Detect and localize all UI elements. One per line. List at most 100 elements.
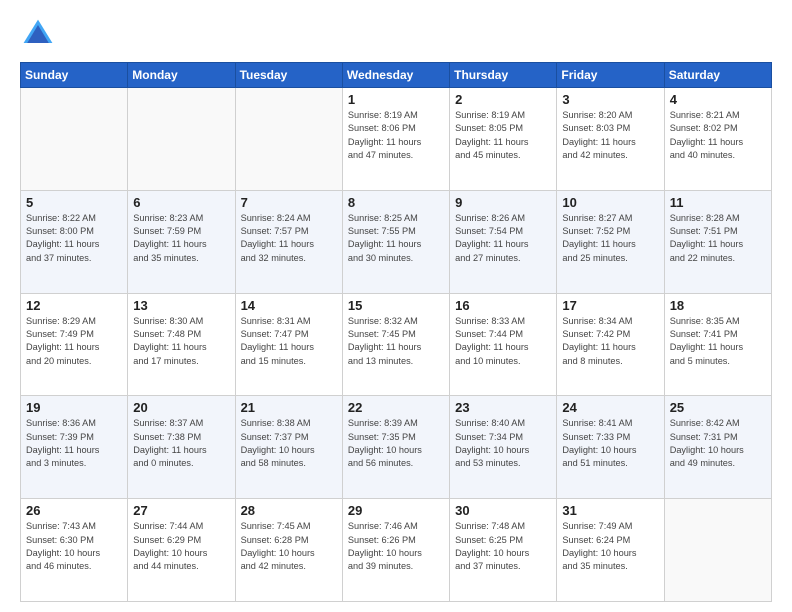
col-monday: Monday: [128, 63, 235, 88]
day-info: Sunrise: 8:29 AM Sunset: 7:49 PM Dayligh…: [26, 315, 122, 368]
table-row: 4 Sunrise: 8:21 AM Sunset: 8:02 PM Daylig…: [664, 88, 771, 191]
day-number: 31: [562, 503, 658, 518]
day-number: 26: [26, 503, 122, 518]
calendar-table: Sunday Monday Tuesday Wednesday Thursday…: [20, 62, 772, 602]
day-number: 15: [348, 298, 444, 313]
day-info: Sunrise: 8:35 AM Sunset: 7:41 PM Dayligh…: [670, 315, 766, 368]
day-number: 20: [133, 400, 229, 415]
day-number: 27: [133, 503, 229, 518]
day-info: Sunrise: 8:39 AM Sunset: 7:35 PM Dayligh…: [348, 417, 444, 470]
day-info: Sunrise: 8:23 AM Sunset: 7:59 PM Dayligh…: [133, 212, 229, 265]
day-number: 7: [241, 195, 337, 210]
day-number: 14: [241, 298, 337, 313]
table-row: 24Sunrise: 8:41 AM Sunset: 7:33 PM Dayli…: [557, 396, 664, 499]
day-number: 4: [670, 92, 766, 107]
table-row: 28Sunrise: 7:45 AM Sunset: 6:28 PM Dayli…: [235, 499, 342, 602]
table-row: 10Sunrise: 8:27 AM Sunset: 7:52 PM Dayli…: [557, 190, 664, 293]
logo: [20, 16, 60, 52]
day-number: 6: [133, 195, 229, 210]
day-number: 3: [562, 92, 658, 107]
calendar-header-row: Sunday Monday Tuesday Wednesday Thursday…: [21, 63, 772, 88]
table-row: 29 Sunrise: 7:46 AM Sunset: 6:26 PM Dayli…: [342, 499, 449, 602]
header: [20, 16, 772, 52]
day-info: Sunrise: 7:48 AM Sunset: 6:25 PM Dayligh…: [455, 520, 551, 573]
table-row: 13Sunrise: 8:30 AM Sunset: 7:48 PM Dayli…: [128, 293, 235, 396]
day-number: 16: [455, 298, 551, 313]
table-row: 20 Sunrise: 8:37 AM Sunset: 7:38 PM Dayli…: [128, 396, 235, 499]
table-row: 7 Sunrise: 8:24 AM Sunset: 7:57 PM Daylig…: [235, 190, 342, 293]
col-thursday: Thursday: [450, 63, 557, 88]
day-info: Sunrise: 7:49 AM Sunset: 6:24 PM Dayligh…: [562, 520, 658, 573]
table-row: 15Sunrise: 8:32 AM Sunset: 7:45 PM Dayli…: [342, 293, 449, 396]
day-info: Sunrise: 8:37 AM Sunset: 7:38 PM Dayligh…: [133, 417, 229, 470]
day-number: 22: [348, 400, 444, 415]
page: Sunday Monday Tuesday Wednesday Thursday…: [0, 0, 792, 612]
day-info: Sunrise: 8:21 AM Sunset: 8:02 PM Dayligh…: [670, 109, 766, 162]
logo-icon: [20, 16, 56, 52]
table-row: 25 Sunrise: 8:42 AM Sunset: 7:31 PM Dayli…: [664, 396, 771, 499]
day-number: 18: [670, 298, 766, 313]
table-row: 23Sunrise: 8:40 AM Sunset: 7:34 PM Dayli…: [450, 396, 557, 499]
day-info: Sunrise: 7:46 AM Sunset: 6:26 PM Dayligh…: [348, 520, 444, 573]
table-row: 30 Sunrise: 7:48 AM Sunset: 6:25 PM Dayli…: [450, 499, 557, 602]
table-row: 11 Sunrise: 8:28 AM Sunset: 7:51 PM Dayli…: [664, 190, 771, 293]
day-number: 8: [348, 195, 444, 210]
col-tuesday: Tuesday: [235, 63, 342, 88]
day-info: Sunrise: 8:36 AM Sunset: 7:39 PM Dayligh…: [26, 417, 122, 470]
day-info: Sunrise: 8:24 AM Sunset: 7:57 PM Dayligh…: [241, 212, 337, 265]
day-number: 25: [670, 400, 766, 415]
calendar-week-row: 1Sunrise: 8:19 AM Sunset: 8:06 PM Daylig…: [21, 88, 772, 191]
table-row: 31 Sunrise: 7:49 AM Sunset: 6:24 PM Dayli…: [557, 499, 664, 602]
table-row: 14 Sunrise: 8:31 AM Sunset: 7:47 PM Dayli…: [235, 293, 342, 396]
table-row: 6 Sunrise: 8:23 AM Sunset: 7:59 PM Daylig…: [128, 190, 235, 293]
table-row: [21, 88, 128, 191]
table-row: 18 Sunrise: 8:35 AM Sunset: 7:41 PM Dayli…: [664, 293, 771, 396]
table-row: 5 Sunrise: 8:22 AM Sunset: 8:00 PM Daylig…: [21, 190, 128, 293]
calendar-week-row: 5 Sunrise: 8:22 AM Sunset: 8:00 PM Daylig…: [21, 190, 772, 293]
day-info: Sunrise: 7:45 AM Sunset: 6:28 PM Dayligh…: [241, 520, 337, 573]
day-number: 5: [26, 195, 122, 210]
day-info: Sunrise: 8:27 AM Sunset: 7:52 PM Dayligh…: [562, 212, 658, 265]
calendar-week-row: 12 Sunrise: 8:29 AM Sunset: 7:49 PM Dayli…: [21, 293, 772, 396]
day-number: 21: [241, 400, 337, 415]
col-wednesday: Wednesday: [342, 63, 449, 88]
day-number: 30: [455, 503, 551, 518]
day-info: Sunrise: 8:30 AM Sunset: 7:48 PM Dayligh…: [133, 315, 229, 368]
day-info: Sunrise: 8:19 AM Sunset: 8:05 PM Dayligh…: [455, 109, 551, 162]
table-row: 3Sunrise: 8:20 AM Sunset: 8:03 PM Daylig…: [557, 88, 664, 191]
day-info: Sunrise: 8:25 AM Sunset: 7:55 PM Dayligh…: [348, 212, 444, 265]
table-row: 17 Sunrise: 8:34 AM Sunset: 7:42 PM Dayli…: [557, 293, 664, 396]
day-info: Sunrise: 7:43 AM Sunset: 6:30 PM Dayligh…: [26, 520, 122, 573]
day-info: Sunrise: 8:34 AM Sunset: 7:42 PM Dayligh…: [562, 315, 658, 368]
day-info: Sunrise: 8:19 AM Sunset: 8:06 PM Dayligh…: [348, 109, 444, 162]
day-number: 12: [26, 298, 122, 313]
day-info: Sunrise: 8:22 AM Sunset: 8:00 PM Dayligh…: [26, 212, 122, 265]
table-row: [128, 88, 235, 191]
calendar-week-row: 19 Sunrise: 8:36 AM Sunset: 7:39 PM Dayli…: [21, 396, 772, 499]
day-info: Sunrise: 8:40 AM Sunset: 7:34 PM Dayligh…: [455, 417, 551, 470]
day-number: 29: [348, 503, 444, 518]
col-sunday: Sunday: [21, 63, 128, 88]
day-info: Sunrise: 8:41 AM Sunset: 7:33 PM Dayligh…: [562, 417, 658, 470]
day-info: Sunrise: 8:33 AM Sunset: 7:44 PM Dayligh…: [455, 315, 551, 368]
table-row: 16 Sunrise: 8:33 AM Sunset: 7:44 PM Dayli…: [450, 293, 557, 396]
table-row: [235, 88, 342, 191]
calendar-week-row: 26 Sunrise: 7:43 AM Sunset: 6:30 PM Dayli…: [21, 499, 772, 602]
table-row: 9 Sunrise: 8:26 AM Sunset: 7:54 PM Daylig…: [450, 190, 557, 293]
day-info: Sunrise: 8:26 AM Sunset: 7:54 PM Dayligh…: [455, 212, 551, 265]
day-number: 2: [455, 92, 551, 107]
col-saturday: Saturday: [664, 63, 771, 88]
table-row: 12 Sunrise: 8:29 AM Sunset: 7:49 PM Dayli…: [21, 293, 128, 396]
day-info: Sunrise: 8:42 AM Sunset: 7:31 PM Dayligh…: [670, 417, 766, 470]
day-info: Sunrise: 8:28 AM Sunset: 7:51 PM Dayligh…: [670, 212, 766, 265]
table-row: 8 Sunrise: 8:25 AM Sunset: 7:55 PM Daylig…: [342, 190, 449, 293]
day-number: 19: [26, 400, 122, 415]
day-number: 11: [670, 195, 766, 210]
col-friday: Friday: [557, 63, 664, 88]
day-info: Sunrise: 8:31 AM Sunset: 7:47 PM Dayligh…: [241, 315, 337, 368]
table-row: 26 Sunrise: 7:43 AM Sunset: 6:30 PM Dayli…: [21, 499, 128, 602]
day-number: 17: [562, 298, 658, 313]
day-number: 9: [455, 195, 551, 210]
table-row: 1Sunrise: 8:19 AM Sunset: 8:06 PM Daylig…: [342, 88, 449, 191]
table-row: [664, 499, 771, 602]
